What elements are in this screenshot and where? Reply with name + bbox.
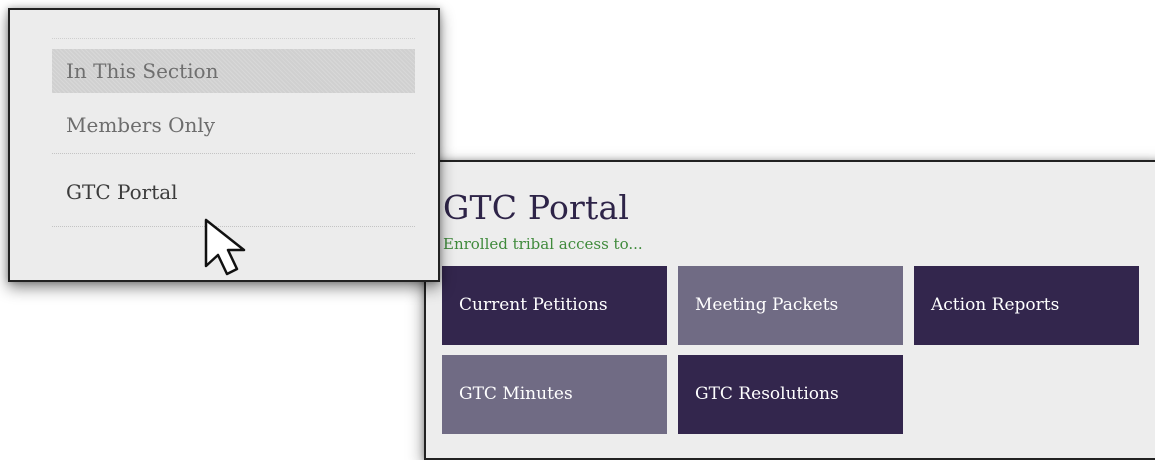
sidebar-item-members-only[interactable]: Members Only xyxy=(52,93,415,154)
gtc-resolutions-tile[interactable]: GTC Resolutions xyxy=(678,355,903,434)
current-petitions-tile[interactable]: Current Petitions xyxy=(442,266,667,345)
action-reports-tile[interactable]: Action Reports xyxy=(914,266,1139,345)
sidebar-nav: In This Section Members Only GTC Portal xyxy=(52,38,415,227)
divider xyxy=(52,38,415,49)
page-title: GTC Portal xyxy=(443,188,630,227)
gtc-minutes-tile[interactable]: GTC Minutes xyxy=(442,355,667,434)
meeting-packets-tile[interactable]: Meeting Packets xyxy=(678,266,903,345)
page-subtitle: Enrolled tribal access to... xyxy=(443,235,643,253)
section-heading: In This Section xyxy=(52,49,415,93)
portal-panel: GTC Portal Enrolled tribal access to... … xyxy=(424,160,1155,460)
mouse-pointer-icon xyxy=(204,218,246,276)
